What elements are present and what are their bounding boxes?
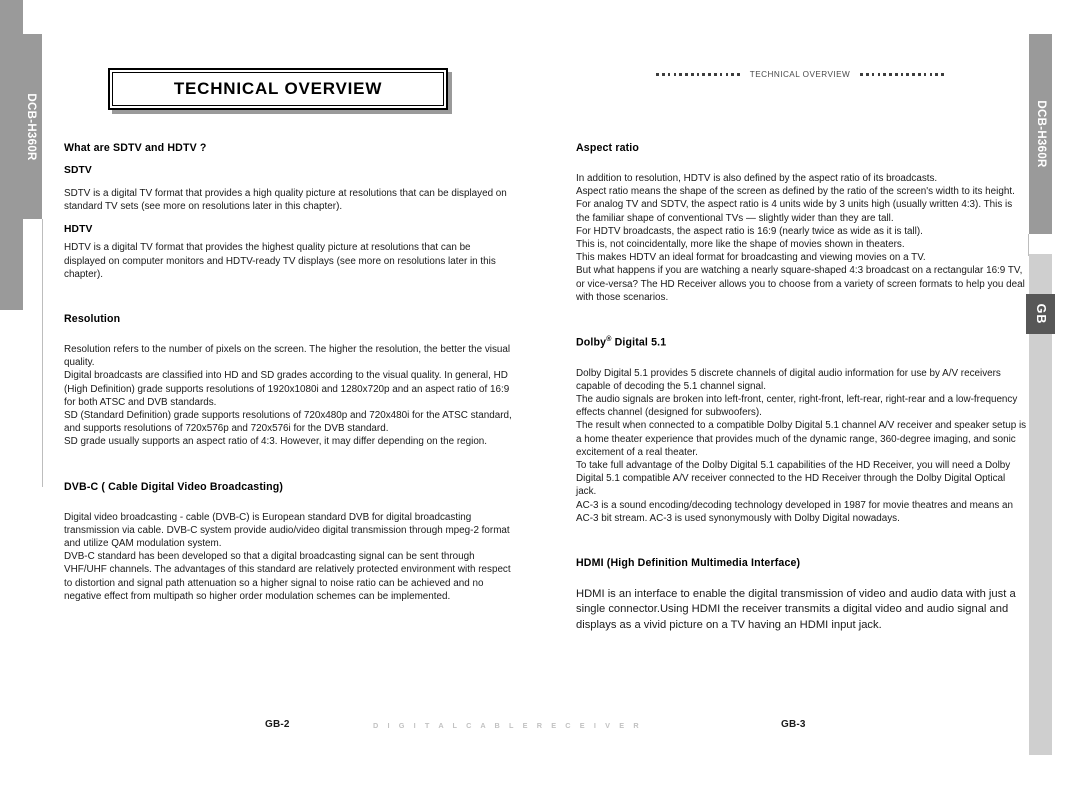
footer-brand-line: D I G I T A L C A B L E R E C E I V E R bbox=[373, 721, 643, 730]
paragraph-resolution-2: Digital broadcasts are classified into H… bbox=[64, 370, 510, 408]
paragraph-resolution-4: SD grade usually supports an aspect rati… bbox=[64, 436, 488, 448]
heading-dvb-c: DVB-C ( Cable Digital Video Broadcasting… bbox=[64, 480, 284, 493]
chapter-title-box: TECHNICAL OVERVIEW bbox=[108, 68, 448, 110]
left-edge-hairline bbox=[42, 219, 43, 487]
heading-hdtv: HDTV bbox=[64, 224, 93, 236]
paragraph-dolby-2: The audio signals are broken into left-f… bbox=[576, 393, 1018, 419]
left-model-tab: DCB-H360R bbox=[19, 34, 42, 219]
paragraph-aspect-3: For HDTV broadcasts, the aspect ratio is… bbox=[576, 225, 923, 237]
heading-dolby-digital: Dolby® Digital 5.1 bbox=[576, 336, 1028, 349]
paragraph-aspect-2: Aspect ratio means the shape of the scre… bbox=[576, 186, 1015, 224]
paragraph-dvbc-2: DVB-C standard has been developed so tha… bbox=[64, 551, 511, 602]
paragraph-aspect-5: This makes HDTV an ideal format for broa… bbox=[576, 252, 926, 264]
right-language-tab-label: GB bbox=[1033, 303, 1048, 325]
right-edge-hairline bbox=[1028, 234, 1029, 256]
heading-dolby-prefix: Dolby bbox=[576, 336, 607, 349]
dot-leader-right-icon bbox=[860, 73, 944, 76]
heading-resolution: Resolution bbox=[64, 313, 121, 326]
paragraph-aspect-1: In addition to resolution, HDTV is also … bbox=[576, 173, 938, 184]
chapter-title-box-inner: TECHNICAL OVERVIEW bbox=[112, 72, 444, 106]
left-page-column: What are SDTV and HDTV ? SDTV SDTV is a … bbox=[64, 142, 514, 603]
right-model-tab: DCB-H360R bbox=[1029, 34, 1052, 234]
right-language-tab: GB bbox=[1026, 294, 1055, 334]
document-page: DCB-H360R DCB-H360R GB TECHNICAL OVERVIE… bbox=[0, 0, 1080, 795]
paragraph-dvbc-1: Digital video broadcasting - cable (DVB-… bbox=[64, 511, 510, 550]
paragraph-sdtv: SDTV is a digital TV format that provide… bbox=[64, 188, 507, 213]
paragraph-hdtv: HDTV is a digital TV format that provide… bbox=[64, 242, 496, 280]
right-page-column: Aspect ratio In addition to resolution, … bbox=[576, 142, 1028, 633]
running-header: TECHNICAL OVERVIEW bbox=[640, 70, 960, 79]
paragraph-dolby-3: The result when connected to a compatibl… bbox=[576, 420, 1027, 458]
paragraph-resolution-1: Resolution refers to the number of pixel… bbox=[64, 344, 511, 369]
left-page-number: GB-2 bbox=[265, 719, 290, 730]
heading-sdtv: SDTV bbox=[64, 165, 92, 176]
paragraph-dolby-1: Dolby Digital 5.1 provides 5 discrete ch… bbox=[576, 367, 1001, 392]
left-model-tab-label: DCB-H360R bbox=[24, 92, 37, 161]
paragraph-hdmi-1: HDMI is an interface to enable the digit… bbox=[576, 588, 1016, 631]
paragraph-dolby-5: AC-3 is a sound encoding/decoding techno… bbox=[576, 499, 1013, 524]
paragraph-dolby-4: To take full advantage of the Dolby Digi… bbox=[576, 459, 1011, 498]
paragraph-aspect-6: But what happens if you are watching a n… bbox=[576, 265, 1025, 303]
heading-hdmi: HDMI (High Definition Multimedia Interfa… bbox=[576, 557, 801, 569]
page-title: TECHNICAL OVERVIEW bbox=[173, 79, 383, 98]
heading-dolby-suffix: Digital 5.1 bbox=[611, 336, 667, 349]
paragraph-resolution-3: SD (Standard Definition) grade supports … bbox=[64, 410, 512, 435]
dot-leader-left-icon bbox=[656, 73, 740, 76]
heading-aspect-ratio: Aspect ratio bbox=[576, 142, 640, 154]
running-header-text: TECHNICAL OVERVIEW bbox=[749, 70, 851, 79]
heading-what-are-sdtv-hdtv: What are SDTV and HDTV ? bbox=[64, 142, 207, 154]
paragraph-aspect-4: This is, not coincidentally, more like t… bbox=[576, 239, 905, 251]
right-model-tab-label: DCB-H360R bbox=[1034, 100, 1047, 168]
right-page-number: GB-3 bbox=[781, 719, 806, 730]
